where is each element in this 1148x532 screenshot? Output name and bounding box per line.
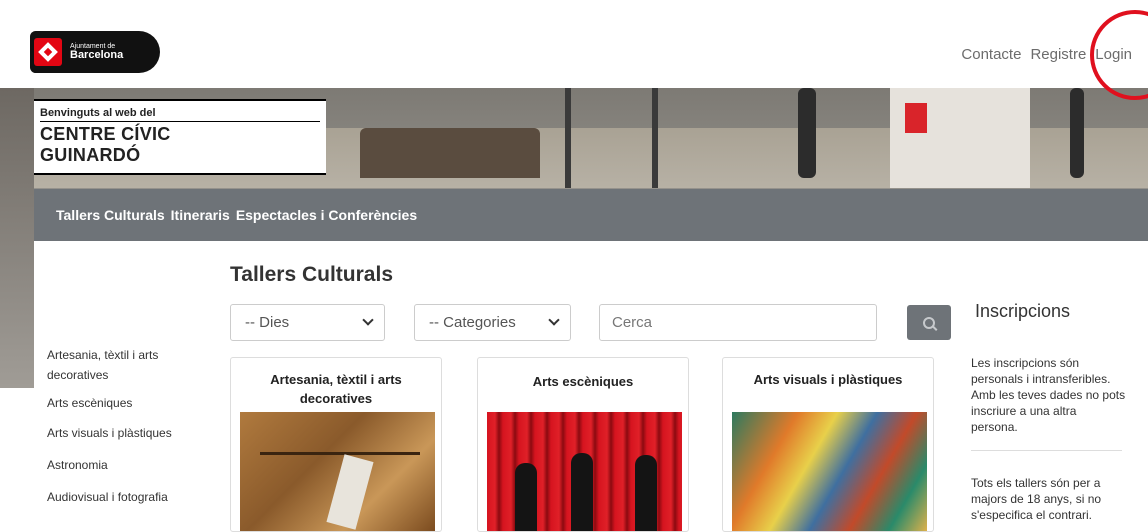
- logo-text: Ajuntament de Barcelona: [70, 43, 123, 61]
- days-select[interactable]: -- Dies: [230, 304, 385, 341]
- hero-red-sign: [905, 103, 927, 133]
- card-title: Artesania, tèxtil i arts decoratives: [270, 372, 402, 406]
- hero-pole: [652, 88, 658, 188]
- sidebar-item-arts-visuals[interactable]: Arts visuals i plàstiques: [47, 423, 197, 443]
- categories-select[interactable]: -- Categories: [414, 304, 571, 341]
- center-name-line2: GUINARDÓ: [40, 145, 141, 165]
- divider: [971, 450, 1122, 451]
- search-icon: [923, 316, 935, 329]
- welcome-text: Benvinguts al web del: [40, 107, 320, 122]
- card-image-crafts: [240, 412, 435, 531]
- sidebar-item-astronomia[interactable]: Astronomia: [47, 455, 197, 475]
- register-link[interactable]: Registre: [1030, 46, 1086, 63]
- stage-silhouette: [635, 455, 657, 531]
- inscriptions-title: Inscripcions: [975, 301, 1071, 321]
- card-title: Arts visuals i plàstiques: [753, 372, 903, 387]
- page-title: Tallers Culturals: [230, 263, 393, 286]
- card-title: Arts escèniques: [532, 374, 634, 389]
- category-card[interactable]: Artesania, tèxtil i arts decoratives: [230, 357, 442, 532]
- inscriptions-text: Les inscripcions són personals i intrans…: [971, 356, 1126, 434]
- sidebar-item-audiovisual[interactable]: Audiovisual i fotografia: [47, 487, 197, 507]
- barcelona-logo[interactable]: Ajuntament de Barcelona: [30, 31, 160, 73]
- chevron-down-icon: [548, 314, 560, 326]
- top-bar: Ajuntament de Barcelona Contacte Registr…: [0, 0, 1148, 88]
- hero-pole: [565, 88, 571, 188]
- days-select-value: -- Dies: [245, 314, 290, 331]
- welcome-box: Benvinguts al web del CENTRE CÍVIC GUINA…: [34, 99, 326, 175]
- chevron-down-icon: [362, 314, 374, 326]
- card-image-stage: [487, 412, 682, 531]
- nav-tallers-culturals[interactable]: Tallers Culturals: [56, 207, 165, 223]
- categories-select-value: -- Categories: [429, 314, 516, 331]
- search-input[interactable]: [599, 304, 877, 341]
- top-nav: Contacte Registre Login: [961, 46, 1132, 63]
- search-button[interactable]: [907, 305, 951, 340]
- barcelona-emblem-icon: [34, 38, 62, 66]
- category-card[interactable]: Arts escèniques: [477, 357, 689, 532]
- hero-people: [360, 128, 540, 178]
- contact-link[interactable]: Contacte: [961, 46, 1021, 63]
- category-sidebar: Artesania, tèxtil i arts decoratives Art…: [47, 345, 197, 507]
- hero-walker: [1070, 88, 1084, 178]
- nav-espectacles[interactable]: Espectacles i Conferències: [236, 207, 417, 223]
- crafts-detail: [326, 454, 374, 530]
- category-card[interactable]: Arts visuals i plàstiques: [722, 357, 934, 532]
- center-name-line1: CENTRE CÍVIC: [40, 124, 171, 144]
- main-nav: Tallers Culturals Itineraris Espectacles…: [34, 189, 1148, 241]
- login-link[interactable]: Login: [1095, 46, 1132, 63]
- card-image-visual-arts: [732, 412, 927, 531]
- nav-itineraris[interactable]: Itineraris: [171, 207, 230, 223]
- stage-silhouette: [571, 453, 593, 531]
- stage-silhouette: [515, 463, 537, 531]
- hero-walker: [798, 88, 816, 178]
- inscriptions-age-text: Tots els tallers són per a majors de 18 …: [971, 476, 1102, 522]
- sidebar-item-artesania[interactable]: Artesania, tèxtil i arts decoratives: [47, 345, 197, 385]
- sidebar-item-arts-esceniques[interactable]: Arts escèniques: [47, 393, 197, 413]
- logo-line2: Barcelona: [70, 49, 124, 61]
- crafts-detail: [260, 452, 420, 455]
- hero-left-wall: [0, 88, 34, 388]
